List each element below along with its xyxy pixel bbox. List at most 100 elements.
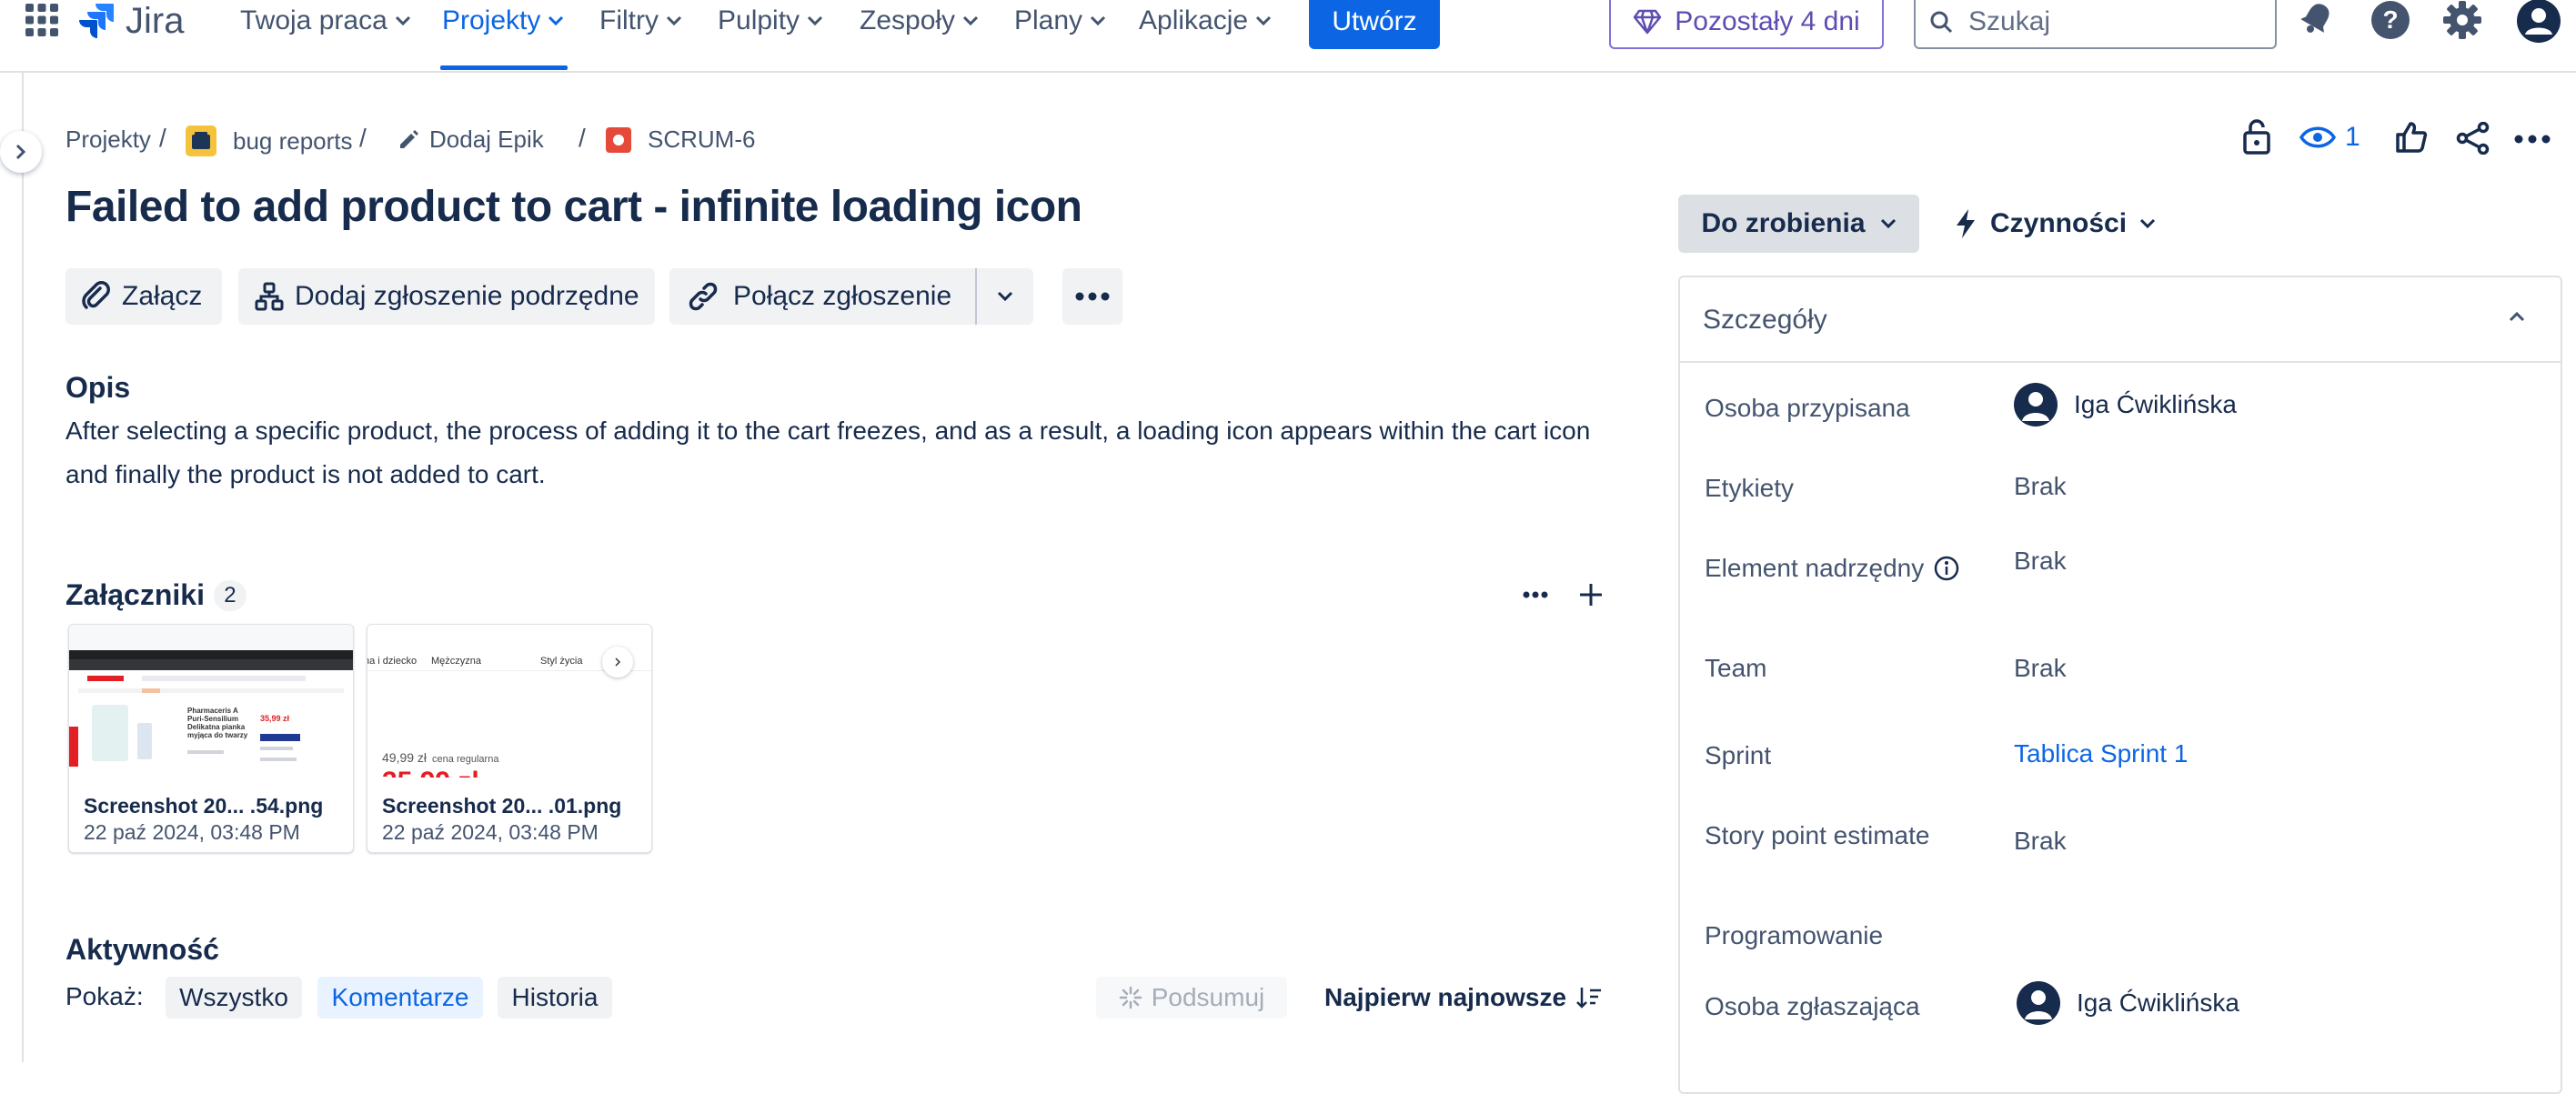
attachment-card[interactable]: na i dziecko Mężczyzna Styl życia 49,99 … bbox=[367, 624, 652, 853]
share-icon[interactable] bbox=[2456, 122, 2490, 155]
more-toolbar-button[interactable] bbox=[1062, 268, 1122, 325]
chevron-down-icon bbox=[962, 15, 979, 26]
actions-dropdown[interactable]: Czynności bbox=[1954, 195, 2156, 253]
sort-button[interactable]: Najpierw najnowsze bbox=[1324, 977, 1603, 1019]
watchers-count: 1 bbox=[2345, 122, 2360, 152]
breadcrumb-project[interactable]: bug reports bbox=[186, 125, 353, 156]
sprint-value[interactable]: Tablica Sprint 1 bbox=[2014, 739, 2188, 768]
nav-projekty[interactable]: Projekty bbox=[442, 0, 564, 42]
parent-label: Element nadrzędny bbox=[1705, 554, 1925, 582]
create-button[interactable]: Utwórz bbox=[1309, 0, 1440, 49]
nav-label: Twoja praca bbox=[240, 5, 387, 35]
app-switcher-icon[interactable] bbox=[25, 4, 58, 36]
link-icon bbox=[686, 279, 720, 314]
details-heading: Szczegóły bbox=[1703, 305, 1827, 335]
thumb-nav bbox=[78, 688, 344, 693]
nav-label: Plany bbox=[1014, 5, 1083, 35]
issue-title[interactable]: Failed to add product to cart - infinite… bbox=[65, 182, 1082, 232]
link-issue-button[interactable]: Połącz zgłoszenie bbox=[669, 268, 975, 325]
thumb-search bbox=[142, 676, 306, 681]
more-actions-icon[interactable] bbox=[2514, 135, 2551, 144]
summarize-button[interactable]: Podsumuj bbox=[1096, 977, 1287, 1019]
more-icon bbox=[1075, 292, 1110, 301]
breadcrumb-separator: / bbox=[159, 124, 166, 152]
filter-comments[interactable]: Komentarze bbox=[317, 977, 483, 1019]
story-points-value[interactable]: Brak bbox=[2014, 827, 2067, 856]
filter-history[interactable]: Historia bbox=[498, 977, 612, 1019]
nav-pulpity[interactable]: Pulpity bbox=[718, 0, 823, 42]
attachments-heading: Załączniki 2 bbox=[65, 578, 247, 612]
attachment-thumbnail[interactable]: na i dziecko Mężczyzna Styl życia 49,99 … bbox=[367, 625, 651, 778]
attachments-more-icon[interactable] bbox=[1523, 591, 1548, 598]
reporter-value[interactable]: Iga Ćwiklińska bbox=[2017, 981, 2239, 1025]
search-icon bbox=[1928, 9, 1954, 35]
attachment-thumbnail[interactable]: Pharmaceris A Puri-Sensilium Delikatna p… bbox=[69, 625, 353, 778]
nav-plany[interactable]: Plany bbox=[1014, 0, 1106, 42]
assignee-label: Osoba przypisana bbox=[1705, 394, 1910, 422]
attachment-card[interactable]: Pharmaceris A Puri-Sensilium Delikatna p… bbox=[68, 624, 354, 853]
jira-logo-text: Jira bbox=[126, 0, 185, 41]
help-icon[interactable]: ? bbox=[2370, 0, 2410, 40]
watchers-button[interactable]: 1 bbox=[2299, 122, 2360, 153]
restrictions-lock-icon[interactable] bbox=[2241, 118, 2272, 155]
chevron-down-icon bbox=[807, 15, 823, 26]
notifications-icon[interactable] bbox=[2301, 0, 2334, 36]
thumb-rating bbox=[187, 750, 224, 754]
description-heading: Opis bbox=[65, 371, 131, 404]
thumb-availability-info bbox=[260, 758, 297, 761]
link-issue-dropdown[interactable] bbox=[977, 268, 1033, 325]
assignee-value[interactable]: Iga Ćwiklińska bbox=[2014, 383, 2237, 427]
team-value[interactable]: Brak bbox=[2014, 654, 2067, 683]
nav-twoja-praca[interactable]: Twoja praca bbox=[240, 0, 411, 42]
add-attachment-icon[interactable] bbox=[1578, 582, 1604, 607]
thumb-price: 35,99 zł bbox=[260, 714, 290, 723]
jira-logo-icon bbox=[78, 2, 115, 40]
status-dropdown[interactable]: Do zrobienia bbox=[1678, 195, 1919, 253]
nav-aplikacje[interactable]: Aplikacje bbox=[1139, 0, 1272, 42]
settings-icon[interactable] bbox=[2442, 0, 2482, 40]
attach-button[interactable]: Załącz bbox=[65, 268, 222, 325]
chevron-right-icon bbox=[614, 657, 621, 667]
filter-all[interactable]: Wszystko bbox=[166, 977, 302, 1019]
breadcrumb-projects[interactable]: Projekty bbox=[65, 125, 151, 154]
nav-zespoly[interactable]: Zespoły bbox=[860, 0, 979, 42]
expand-sidebar-button[interactable] bbox=[0, 131, 42, 173]
development-label: Programowanie bbox=[1705, 921, 1884, 949]
project-icon bbox=[186, 125, 216, 156]
jira-logo[interactable]: Jira bbox=[78, 0, 184, 42]
attachment-name: Screenshot 20... .01.png bbox=[382, 794, 622, 818]
attachment-date: 22 paź 2024, 03:48 PM bbox=[382, 820, 599, 844]
attachment-date: 22 paź 2024, 03:48 PM bbox=[84, 820, 300, 844]
story-points-label: Story point estimate bbox=[1705, 821, 1930, 849]
like-icon[interactable] bbox=[2394, 120, 2429, 155]
details-header[interactable]: Szczegóły bbox=[1680, 277, 2561, 363]
thumb-nav-active bbox=[142, 688, 160, 693]
thumb-logo bbox=[87, 676, 124, 681]
breadcrumb-epic[interactable]: Dodaj Epik bbox=[397, 125, 544, 154]
chevron-down-icon bbox=[1090, 15, 1106, 26]
breadcrumb-separator: / bbox=[359, 124, 367, 152]
thumb-product-bottle bbox=[137, 723, 152, 759]
thumb-product-title: Pharmaceris A Puri-Sensilium Delikatna p… bbox=[187, 707, 248, 739]
labels-value[interactable]: Brak bbox=[2014, 472, 2067, 501]
nav-filtry[interactable]: Filtry bbox=[599, 0, 682, 42]
chevron-down-icon bbox=[1255, 15, 1272, 26]
chevron-up-icon[interactable] bbox=[2508, 310, 2526, 323]
description-text[interactable]: After selecting a specific product, the … bbox=[65, 409, 1594, 497]
thumb-nav-3: Styl życia bbox=[540, 656, 583, 667]
breadcrumb-issue[interactable]: SCRUM-6 bbox=[606, 125, 755, 154]
chevron-down-icon bbox=[2139, 218, 2156, 229]
thumb-nav-2: Mężczyzna bbox=[431, 656, 482, 667]
thumb-sale-price: 35,99 zł bbox=[382, 767, 479, 778]
details-panel: Szczegóły Osoba przypisana Iga Ćwiklińsk… bbox=[1678, 276, 2562, 1094]
info-icon[interactable] bbox=[1933, 555, 1960, 582]
nav-label: Projekty bbox=[442, 5, 541, 35]
trial-button[interactable]: Pozostały 4 dni bbox=[1609, 0, 1884, 49]
search-input[interactable] bbox=[1967, 5, 2243, 38]
add-child-issue-button[interactable]: Dodaj zgłoszenie podrzędne bbox=[238, 268, 655, 325]
profile-icon[interactable] bbox=[2516, 0, 2561, 44]
parent-value[interactable]: Brak bbox=[2014, 547, 2067, 576]
summarize-label: Podsumuj bbox=[1151, 983, 1265, 1011]
chevron-right-icon bbox=[15, 143, 27, 161]
search-box[interactable] bbox=[1914, 0, 2277, 49]
